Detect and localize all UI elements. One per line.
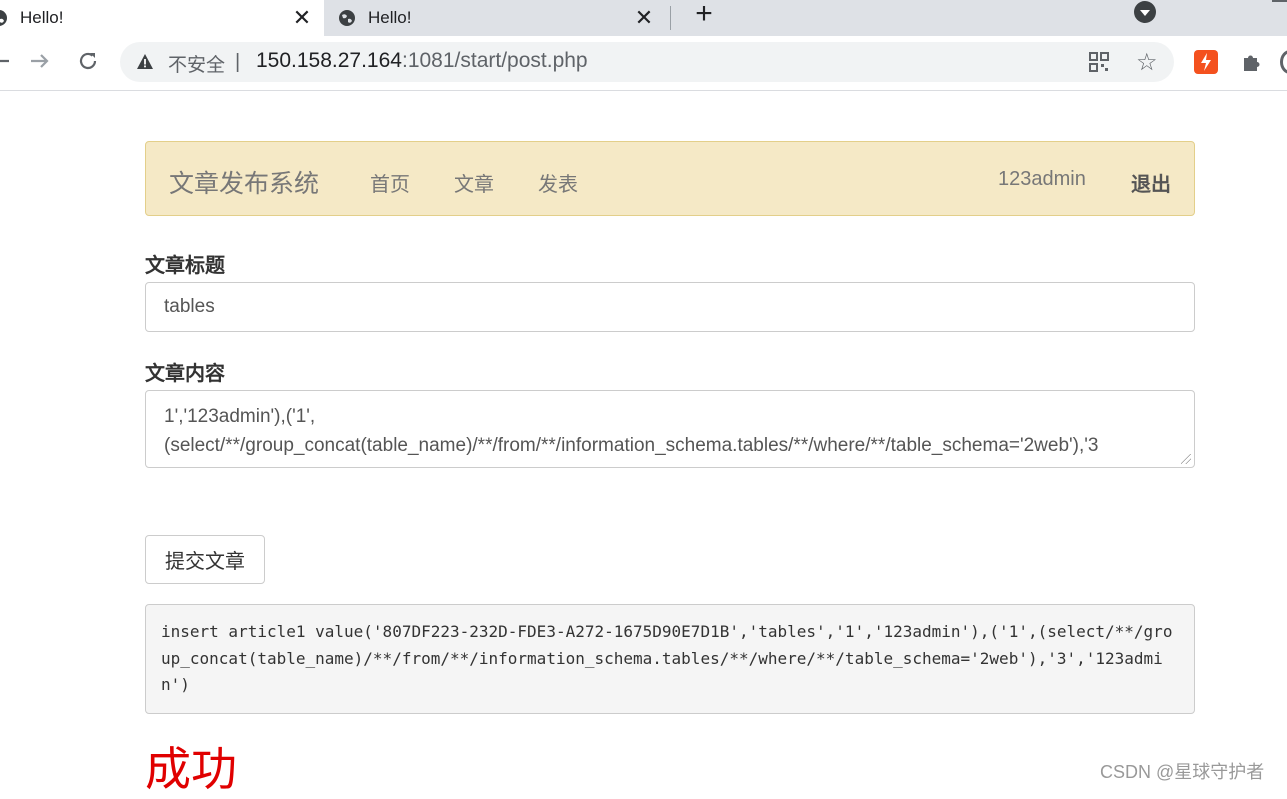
title-label: 文章标题 (145, 255, 225, 277)
url-host: 150.158.27.164 (256, 49, 402, 72)
site-navbar: 文章发布系统 首页 文章 发表 123admin 退出 (145, 141, 1195, 216)
close-icon[interactable]: ✕ (632, 5, 656, 30)
browser-toolbar: 不安全 | 150.158.27.164:1081/start/post.php… (0, 36, 1287, 91)
globe-icon (0, 9, 8, 27)
tab-search-icon[interactable] (1134, 1, 1156, 23)
extension-icon[interactable] (1194, 50, 1218, 74)
forward-icon[interactable] (26, 47, 54, 75)
content-textarea[interactable]: 1','123admin'),('1', (select/**/group_co… (145, 390, 1195, 468)
tab-separator (670, 6, 671, 30)
watermark: CSDN @星球守护者 (1100, 762, 1265, 782)
url-text[interactable]: 150.158.27.164:1081/start/post.php (256, 49, 588, 73)
qr-code-icon[interactable] (1088, 51, 1110, 73)
profile-icon[interactable] (1280, 50, 1287, 74)
content-line: 1','123admin'),('1', (164, 406, 316, 427)
url-path: :1081/start/post.php (401, 49, 588, 72)
sql-output: insert article1 value('807DF223-232D-FDE… (145, 604, 1195, 714)
omnibox-divider: | (235, 51, 241, 73)
nav-user[interactable]: 123admin (998, 168, 1086, 191)
nav-logout[interactable]: 退出 (1131, 168, 1171, 197)
close-icon[interactable]: ✕ (290, 5, 314, 30)
status-message: 成功 (145, 743, 237, 795)
star-icon[interactable]: ☆ (1136, 48, 1158, 77)
new-tab-button[interactable]: + (690, 0, 718, 30)
submit-button[interactable]: 提交文章 (145, 535, 265, 584)
tab-title: Hello! (20, 8, 64, 27)
security-status[interactable]: 不安全 (168, 50, 225, 77)
back-icon[interactable] (0, 47, 14, 75)
resize-handle[interactable] (1181, 454, 1191, 464)
tab-title: Hello! (368, 8, 412, 27)
warning-icon[interactable] (136, 53, 154, 71)
tab-strip: Hello! ✕ Hello! ✕ + (0, 0, 1287, 36)
nav-post[interactable]: 发表 (538, 168, 578, 197)
nav-articles[interactable]: 文章 (454, 168, 494, 197)
puzzle-icon[interactable] (1240, 50, 1264, 74)
content-line: (select/**/group_concat(table_name)/**/f… (164, 435, 1099, 456)
tab-inactive[interactable]: Hello! ✕ (336, 0, 666, 36)
address-bar[interactable]: 不安全 | 150.158.27.164:1081/start/post.php… (120, 42, 1174, 82)
site-brand[interactable]: 文章发布系统 (169, 164, 319, 200)
reload-icon[interactable] (74, 47, 102, 75)
tab-active[interactable]: Hello! ✕ (0, 0, 324, 36)
nav-home[interactable]: 首页 (370, 168, 410, 197)
content-label: 文章内容 (145, 363, 225, 385)
window-control-edge (1272, 0, 1287, 2)
globe-icon (338, 9, 356, 27)
title-input[interactable]: tables (145, 282, 1195, 332)
